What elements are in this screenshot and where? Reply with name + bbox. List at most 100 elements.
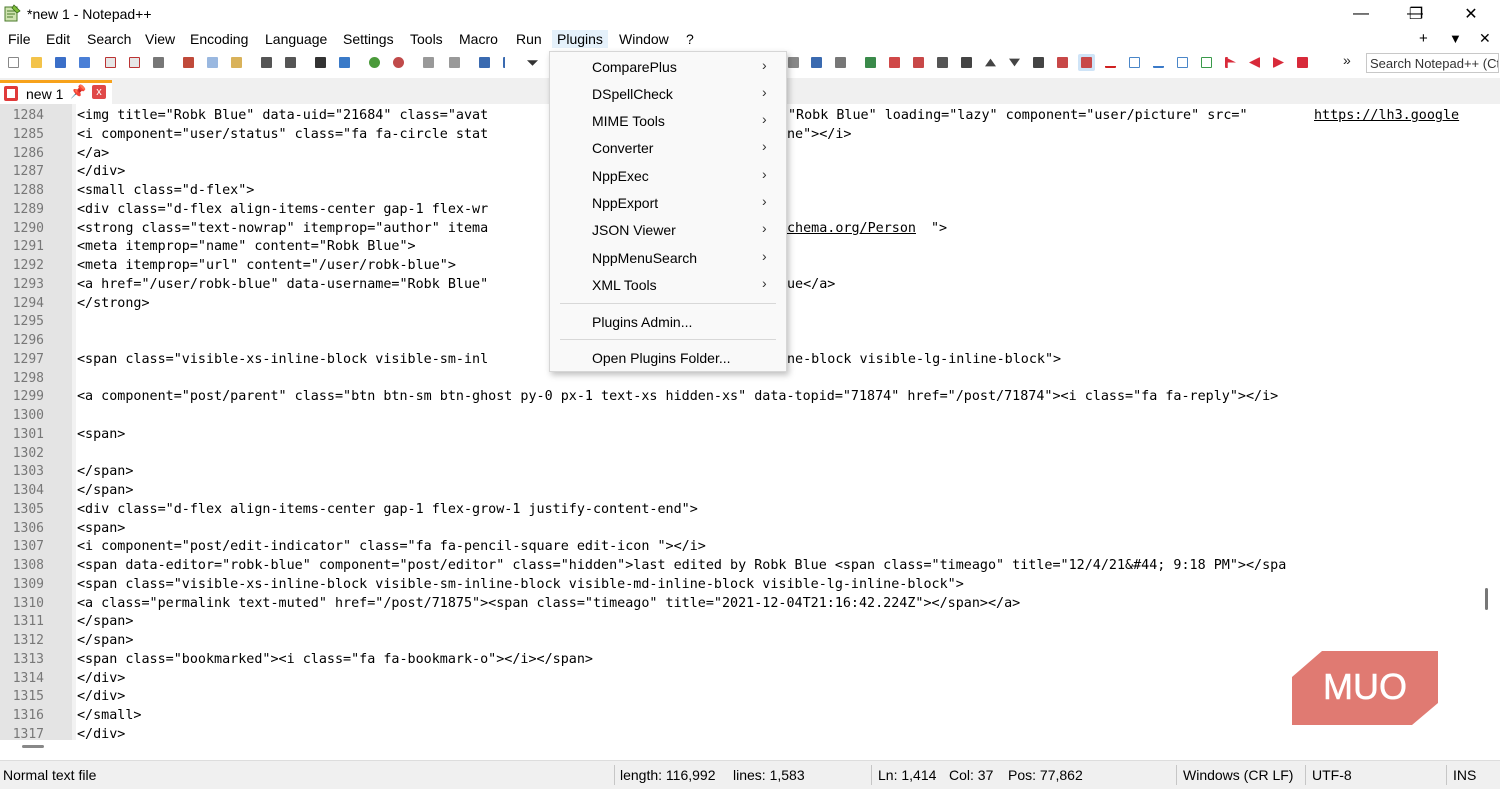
redo-icon[interactable] [282,54,299,71]
paste-icon[interactable] [228,54,245,71]
eol-format-status[interactable]: Windows (CR LF) [1183,767,1293,783]
horizontal-scrollbar[interactable] [0,740,1478,758]
menu-run[interactable]: Run [516,30,542,48]
code-line[interactable]: 1304 </span> [0,482,1478,501]
code-line[interactable]: 1300 [0,407,1478,426]
zoom-in-icon[interactable] [366,54,383,71]
code-line[interactable]: 1311 </span> [0,613,1478,632]
code-line[interactable]: 1306 <span> [0,520,1478,539]
menu-view[interactable]: View [145,30,175,48]
close-file-icon[interactable] [102,54,119,71]
menu-item-nppexec[interactable]: NppExec › [550,162,786,189]
compare-sync-icon[interactable] [934,54,951,71]
menu-item-mime-tools[interactable]: MIME Tools › [550,107,786,134]
undo-icon[interactable] [258,54,275,71]
menu-search[interactable]: Search [87,30,131,48]
menu-item-dspellcheck[interactable]: DSpellCheck › [550,80,786,107]
json-viewer-icon[interactable] [1150,54,1167,71]
toolbar-overflow-chevron-icon[interactable]: » [1343,52,1351,68]
find-icon[interactable] [312,54,329,71]
new-tab-plus-button[interactable]: + [1419,30,1428,47]
code-line[interactable]: 1305 <div class="d-flex align-items-cente… [0,501,1478,520]
code-line[interactable]: 1308 <span data-editor="robk-blue" compon… [0,557,1478,576]
encoding-status[interactable]: UTF-8 [1312,767,1352,783]
compare-panel-icon[interactable] [1054,54,1071,71]
compare-next-icon[interactable] [1006,54,1023,71]
compare-last-icon[interactable] [1030,54,1047,71]
stop-macro-icon[interactable] [785,54,802,71]
show-all-characters-icon[interactable] [500,54,517,71]
code-line[interactable]: 1310 <a class="permalink text-muted" href… [0,595,1478,614]
document-map-icon[interactable] [1126,54,1143,71]
menu-item-converter[interactable]: Converter › [550,134,786,161]
folder-workspace-icon[interactable] [1198,54,1215,71]
print-icon[interactable] [150,54,167,71]
play-macro-icon[interactable] [808,54,825,71]
code-line[interactable]: 1303 </span> [0,463,1478,482]
open-file-icon[interactable] [28,54,45,71]
replace-icon[interactable] [336,54,353,71]
compare-prev-icon[interactable] [982,54,999,71]
toolbar-dropdown-icon[interactable] [524,54,541,71]
menu-tools[interactable]: Tools [410,30,443,48]
code-line[interactable]: 1314 </div> [0,670,1478,689]
close-document-button[interactable]: ✕ [1479,30,1491,47]
menu-edit[interactable]: Edit [46,30,70,48]
vertical-scrollbar[interactable] [1478,104,1500,740]
menu-item-plugins-admin[interactable]: Plugins Admin... [550,308,786,335]
spell-check-icon[interactable] [1102,54,1119,71]
compare-navbar-icon[interactable] [1078,54,1095,71]
code-line[interactable]: 1302 [0,445,1478,464]
new-file-icon[interactable] [5,54,22,71]
code-line[interactable]: 1312 </span> [0,632,1478,651]
menu-item-compareplus[interactable]: ComparePlus › [550,53,786,80]
zoom-out-icon[interactable] [390,54,407,71]
function-list-icon[interactable] [1174,54,1191,71]
menu-window[interactable]: Window [619,30,669,48]
menu-item-json-viewer[interactable]: JSON Viewer › [550,216,786,243]
compare-clear-icon[interactable] [910,54,927,71]
code-line[interactable]: 1313 <span class="bookmarked"><i class="f… [0,651,1478,670]
menu-item-xml-tools[interactable]: XML Tools › [550,271,786,298]
compare-icon[interactable] [886,54,903,71]
bookmark-next-icon[interactable] [1270,54,1287,71]
bookmark-first-icon[interactable] [1222,54,1239,71]
code-line[interactable]: 1301 <span> [0,426,1478,445]
tab-new-1[interactable]: new 1 📌 x [0,80,112,104]
pin-tab-icon[interactable]: 📌 [70,84,86,100]
menu-file[interactable]: File [8,30,31,48]
vertical-scrollbar-thumb[interactable] [1485,588,1488,610]
menu-item-nppexport[interactable]: NppExport › [550,189,786,216]
save-icon[interactable] [52,54,69,71]
tab-close-icon[interactable]: x [92,85,106,99]
save-all-icon[interactable] [76,54,93,71]
cut-icon[interactable] [180,54,197,71]
sync-horizontal-icon[interactable] [446,54,463,71]
close-all-icon[interactable] [126,54,143,71]
restore-window-button[interactable]: ❐ [1393,0,1439,28]
menu-plugins[interactable]: Plugins [552,30,608,48]
run-macro-multiple-icon[interactable] [832,54,849,71]
horizontal-scrollbar-thumb[interactable] [22,745,44,748]
bookmark-prev-icon[interactable] [1246,54,1263,71]
code-line[interactable]: 1309 <span class="visible-xs-inline-block… [0,576,1478,595]
menu-item-open-plugins-folder[interactable]: Open Plugins Folder... [550,344,786,371]
insert-mode-status[interactable]: INS [1453,767,1476,783]
code-line[interactable]: 1316 </small> [0,707,1478,726]
bookmark-last-icon[interactable] [1294,54,1311,71]
menu-macro[interactable]: Macro [459,30,498,48]
tab-list-dropdown-button[interactable]: ▼ [1449,31,1462,46]
menu-help[interactable]: ? [686,30,694,48]
code-line[interactable]: 1317 </div> [0,726,1478,740]
close-window-button[interactable]: ✕ [1448,0,1494,28]
save-macro-icon[interactable] [862,54,879,71]
menu-encoding[interactable]: Encoding [190,30,248,48]
menu-settings[interactable]: Settings [343,30,394,48]
menu-language[interactable]: Language [265,30,327,48]
code-line[interactable]: 1299 <a component="post/parent" class="bt… [0,388,1478,407]
sync-vertical-icon[interactable] [420,54,437,71]
code-line[interactable]: 1298 [0,370,1478,389]
word-wrap-icon[interactable] [476,54,493,71]
menu-item-nppmenusearch[interactable]: NppMenuSearch › [550,244,786,271]
code-line[interactable]: 1307 <i component="post/edit-indicator" c… [0,538,1478,557]
